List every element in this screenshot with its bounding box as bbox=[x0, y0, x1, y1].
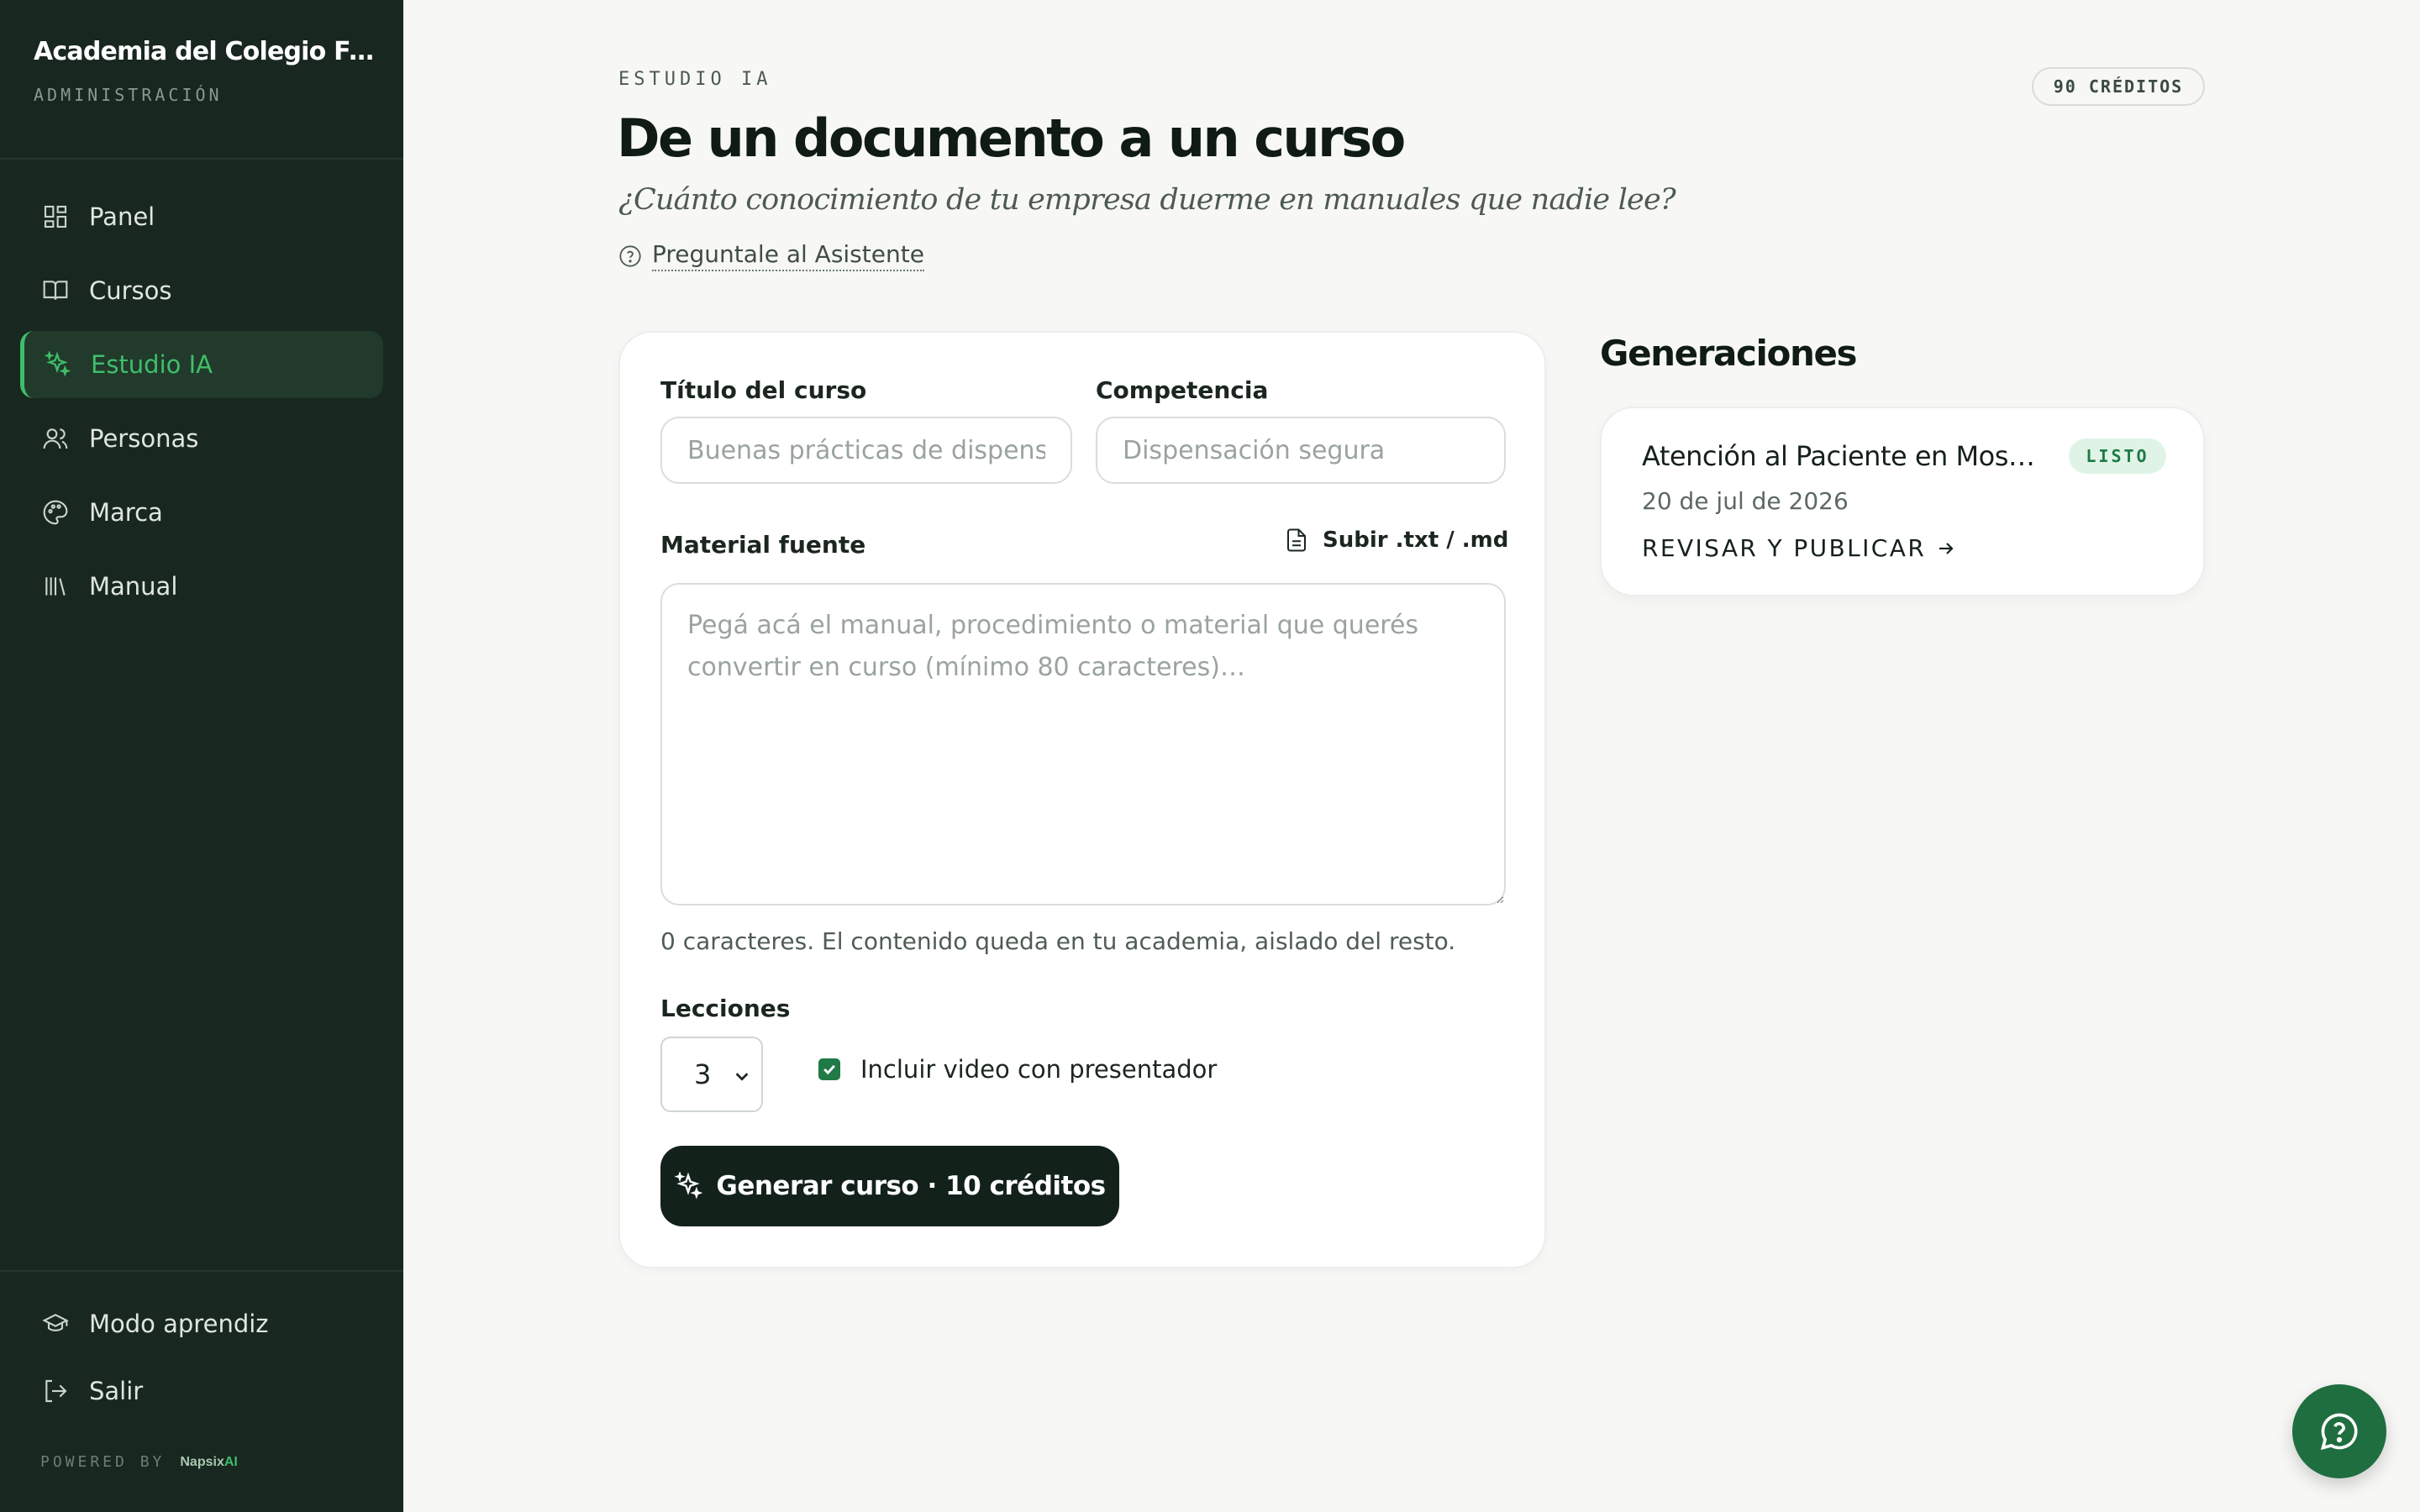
page-eyebrow: ESTUDIO IA bbox=[618, 69, 772, 90]
logout-icon bbox=[40, 1376, 71, 1406]
dashboard-icon bbox=[40, 202, 71, 232]
palette-icon bbox=[40, 497, 71, 528]
generations-title: Generaciones bbox=[1600, 333, 1858, 374]
ask-assistant-label: Preguntale al Asistente bbox=[652, 240, 924, 271]
lessons-select[interactable]: 3 bbox=[660, 1037, 763, 1112]
learner-mode-button[interactable]: Modo aprendiz bbox=[20, 1294, 383, 1354]
sidebar-divider bbox=[0, 1270, 403, 1272]
include-video-option[interactable]: Incluir video con presentador bbox=[818, 1055, 1217, 1084]
generation-card: Atención al Paciente en Mostrador LISTO … bbox=[1600, 407, 2205, 596]
users-icon bbox=[40, 423, 71, 454]
sidebar-item-label: Cursos bbox=[89, 276, 172, 305]
course-title-input[interactable] bbox=[660, 417, 1072, 484]
status-badge: LISTO bbox=[2069, 438, 2166, 474]
brand-name[interactable]: Academia del Colegio Farmacéutico bbox=[34, 37, 378, 66]
generate-course-button[interactable]: Generar curso · 10 créditos bbox=[660, 1146, 1119, 1226]
include-video-label: Incluir video con presentador bbox=[860, 1055, 1218, 1084]
character-count-helper: 0 caracteres. El contenido queda en tu a… bbox=[660, 927, 1456, 955]
source-material-textarea[interactable] bbox=[660, 583, 1506, 906]
library-icon bbox=[40, 571, 71, 601]
include-video-checkbox[interactable] bbox=[818, 1058, 840, 1080]
logout-button[interactable]: Salir bbox=[20, 1361, 383, 1421]
course-title-label: Título del curso bbox=[660, 376, 867, 404]
course-generator-form: Título del curso Competencia Material fu… bbox=[618, 331, 1546, 1268]
page-subtitle: ¿Cuánto conocimiento de tu empresa duerm… bbox=[618, 183, 1676, 217]
sidebar-item-label: Marca bbox=[89, 498, 163, 527]
chevron-down-icon bbox=[735, 1073, 749, 1081]
brand: Academia del Colegio Farmacéutico ADMINI… bbox=[34, 37, 378, 105]
page-title: De un documento a un curso bbox=[617, 108, 1406, 169]
sidebar-item-label: Estudio IA bbox=[91, 350, 213, 379]
upload-file-label: Subir .txt / .md bbox=[1323, 528, 1509, 553]
upload-file-button[interactable]: Subir .txt / .md bbox=[1284, 528, 1508, 553]
sidebar-item-manual[interactable]: Manual bbox=[20, 553, 383, 620]
sidebar-item-label: Modo aprendiz bbox=[89, 1310, 269, 1338]
check-icon bbox=[823, 1064, 835, 1075]
sparkle-icon bbox=[674, 1172, 703, 1200]
review-publish-label: REVISAR Y PUBLICAR bbox=[1642, 534, 1927, 562]
sidebar-item-personas[interactable]: Personas bbox=[20, 405, 383, 472]
help-circle-icon bbox=[619, 244, 641, 267]
brand-subtitle: ADMINISTRACIÓN bbox=[34, 85, 223, 105]
lessons-selected-value: 3 bbox=[694, 1058, 712, 1090]
sidebar-divider bbox=[0, 158, 403, 160]
competency-label: Competencia bbox=[1096, 376, 1269, 404]
generate-course-label: Generar curso · 10 créditos bbox=[716, 1171, 1106, 1201]
napsix-logo: NapsixAI bbox=[180, 1454, 238, 1469]
sidebar-item-label: Manual bbox=[89, 572, 178, 601]
file-icon bbox=[1287, 528, 1306, 552]
powered-by: POWERED BY NapsixAI bbox=[40, 1453, 238, 1471]
competency-input[interactable] bbox=[1096, 417, 1506, 484]
book-icon bbox=[40, 276, 71, 306]
review-publish-link[interactable]: REVISAR Y PUBLICAR bbox=[1642, 534, 1956, 562]
sidebar-footer-nav: Modo aprendiz Salir bbox=[20, 1294, 383, 1428]
lessons-label: Lecciones bbox=[660, 995, 791, 1022]
sidebar-item-label: Personas bbox=[89, 424, 199, 453]
credits-badge: 90 CRÉDITOS bbox=[2032, 67, 2205, 106]
sidebar-item-estudio-ia[interactable]: Estudio IA bbox=[20, 331, 383, 398]
sidebar-item-marca[interactable]: Marca bbox=[20, 479, 383, 546]
source-material-label: Material fuente bbox=[660, 531, 866, 559]
ask-assistant-link[interactable]: Preguntale al Asistente bbox=[618, 240, 924, 271]
sidebar-item-cursos[interactable]: Cursos bbox=[20, 257, 383, 324]
powered-by-text: POWERED BY bbox=[40, 1453, 166, 1471]
graduation-cap-icon bbox=[40, 1309, 71, 1339]
sidebar-item-panel[interactable]: Panel bbox=[20, 183, 383, 250]
help-chat-button[interactable] bbox=[2292, 1384, 2386, 1478]
arrow-right-icon bbox=[1939, 542, 1954, 554]
sidebar-item-label: Salir bbox=[89, 1377, 144, 1405]
generation-name: Atención al Paciente en Mostrador bbox=[1642, 440, 2037, 472]
generation-date: 20 de jul de 2026 bbox=[1642, 487, 1849, 515]
chat-help-icon bbox=[2320, 1413, 2358, 1451]
sidebar-item-label: Panel bbox=[89, 202, 155, 231]
sidebar: Academia del Colegio Farmacéutico ADMINI… bbox=[0, 0, 403, 1512]
sparkle-icon bbox=[42, 349, 72, 380]
sidebar-nav: Panel Cursos Estudio IA Personas Marca M… bbox=[20, 183, 383, 627]
